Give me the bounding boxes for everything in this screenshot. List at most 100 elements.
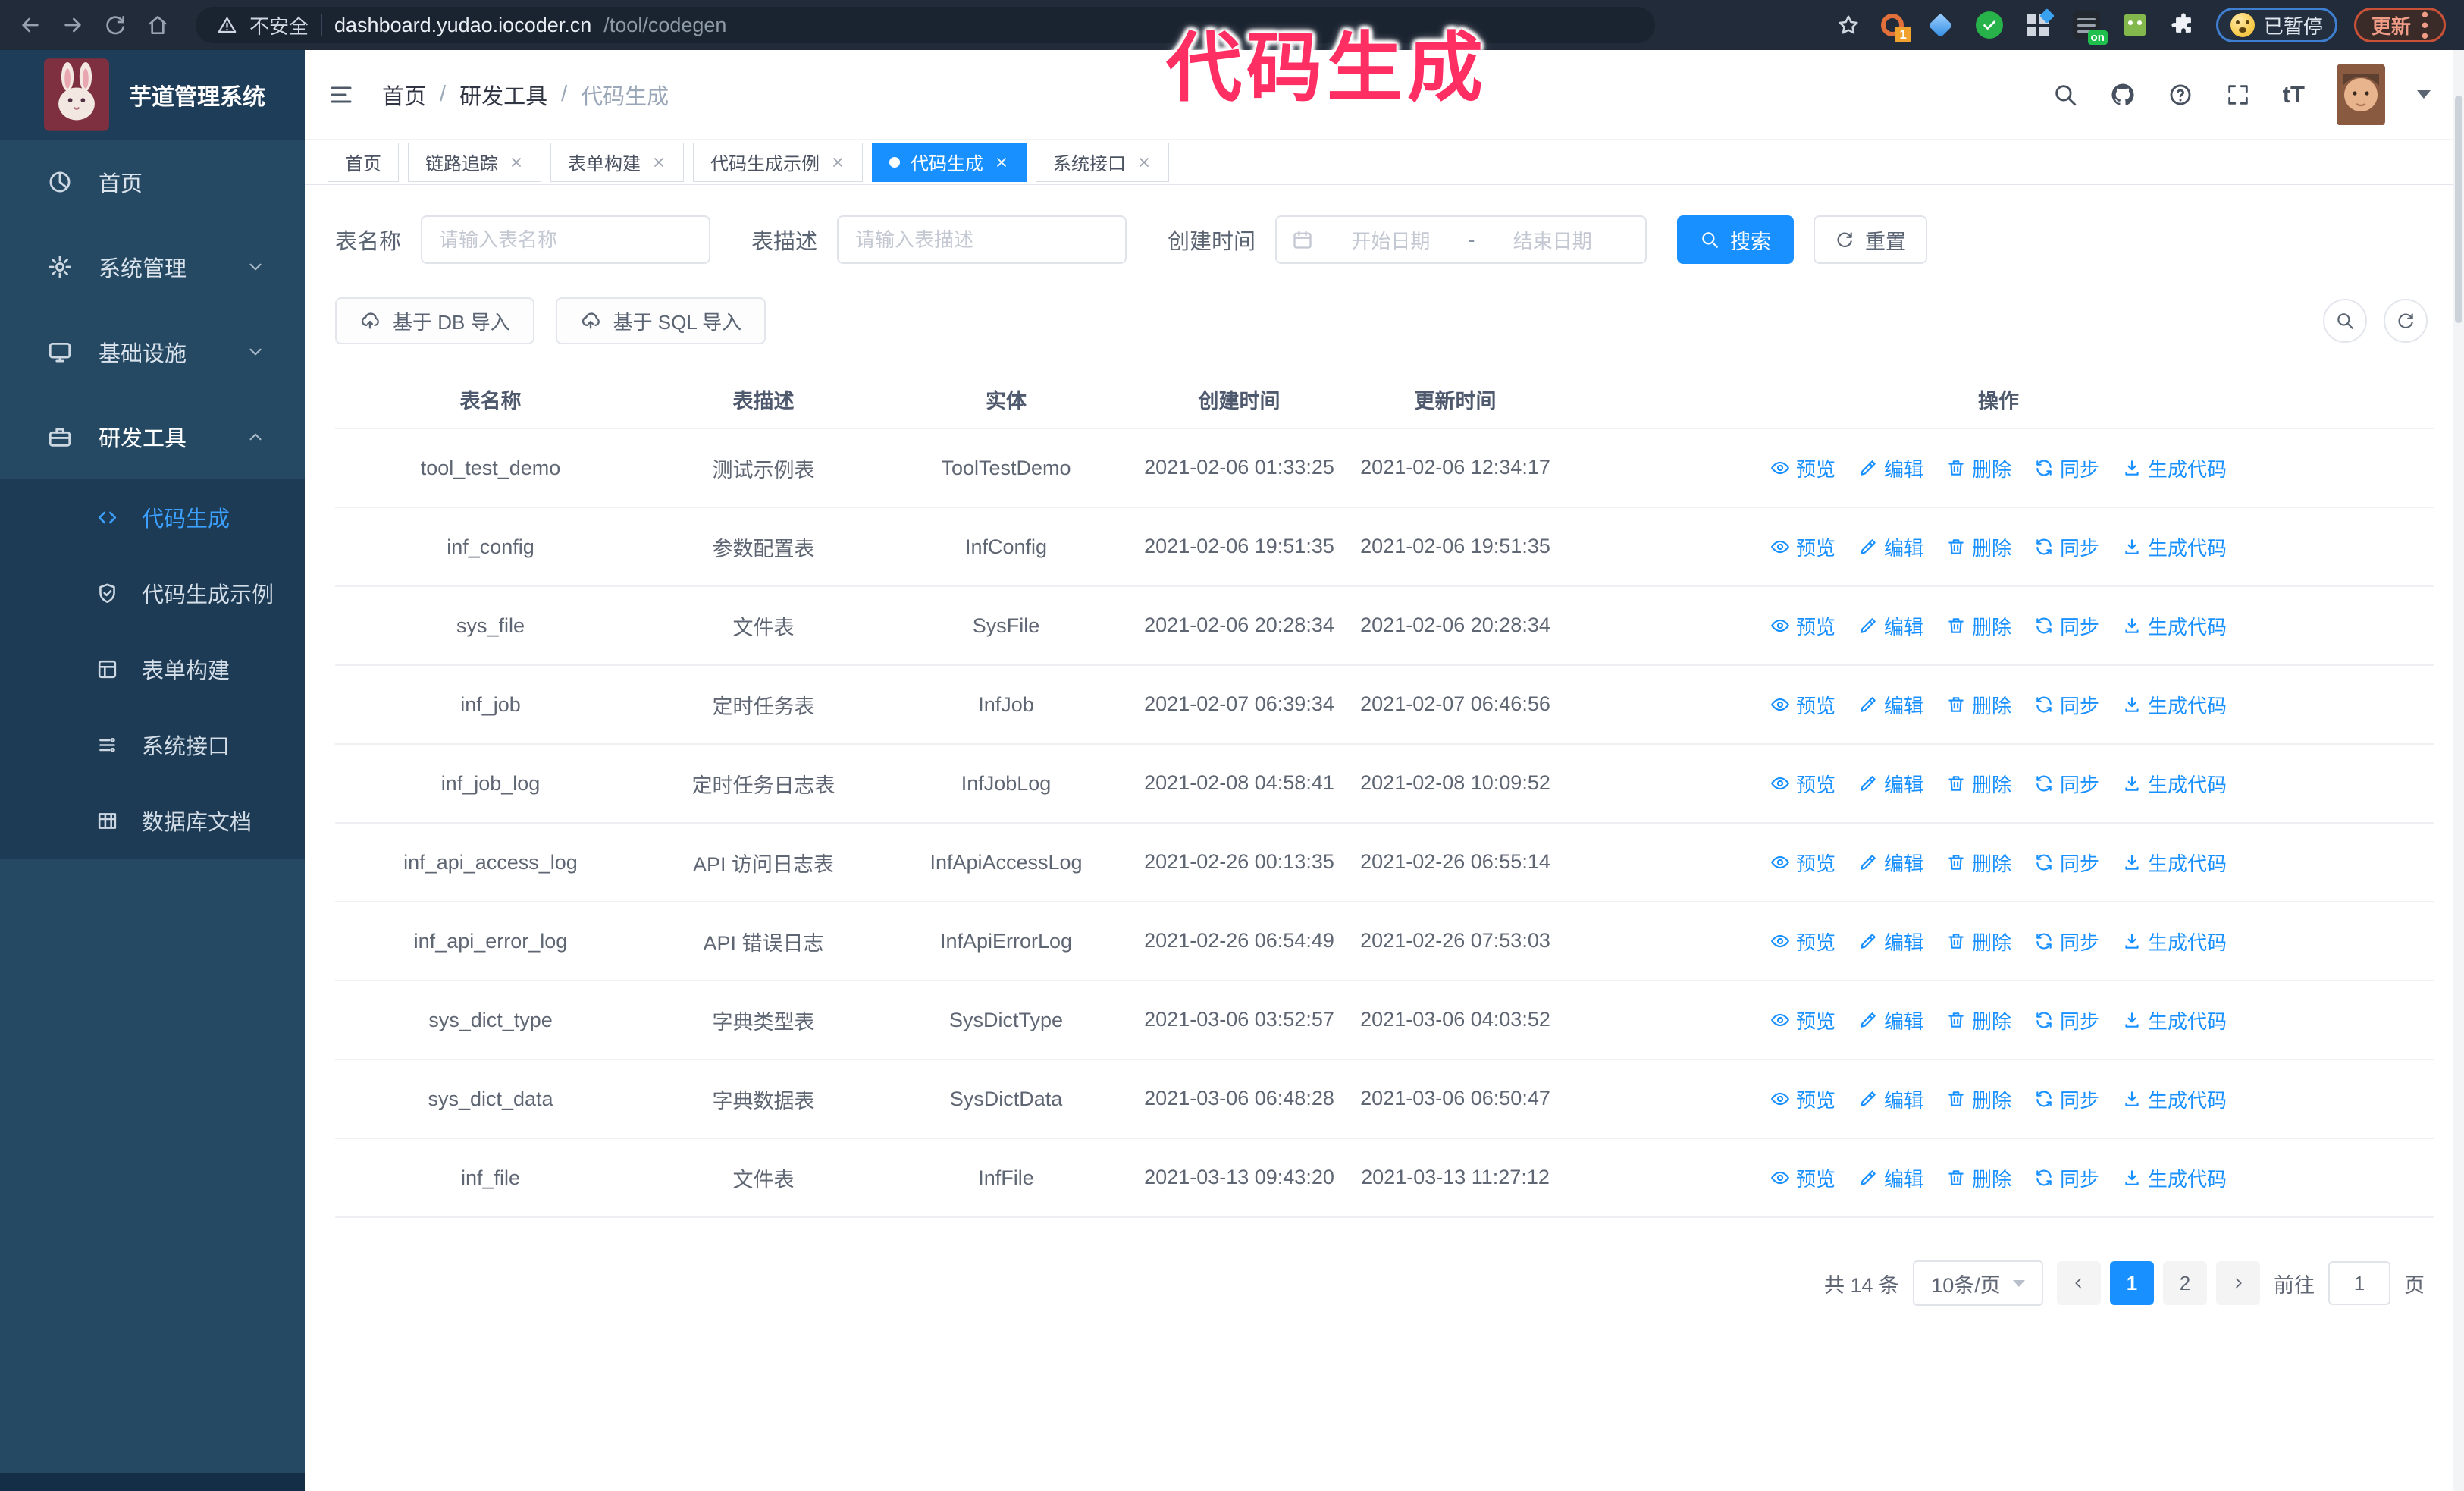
action-edit[interactable]: 编辑	[1858, 1006, 1923, 1034]
menu-toggle-icon[interactable]	[328, 81, 355, 108]
action-sync[interactable]: 同步	[2034, 1164, 2099, 1192]
action-delete[interactable]: 删除	[1946, 1006, 2011, 1034]
action-sync[interactable]: 同步	[2034, 691, 2099, 719]
action-delete[interactable]: 删除	[1946, 1164, 2011, 1192]
action-preview[interactable]: 预览	[1770, 691, 1835, 719]
action-edit[interactable]: 编辑	[1858, 612, 1923, 640]
action-sync[interactable]: 同步	[2034, 928, 2099, 956]
action-generate[interactable]: 生成代码	[2122, 1085, 2227, 1113]
action-preview[interactable]: 预览	[1770, 849, 1835, 877]
prev-page-button[interactable]	[2057, 1261, 2101, 1305]
action-generate[interactable]: 生成代码	[2122, 1006, 2227, 1034]
page-size-select[interactable]: 10条/页	[1913, 1260, 2043, 1306]
date-range-picker[interactable]: 开始日期 - 结束日期	[1275, 215, 1647, 264]
sidebar-item-devtools[interactable]: 研发工具	[0, 394, 305, 479]
action-generate[interactable]: 生成代码	[2122, 1164, 2227, 1192]
profile-paused-badge[interactable]: 已暂停	[2215, 8, 2337, 42]
table-row[interactable]: sys_dict_type 字典类型表 SysDictType 2021-03-06 …	[335, 981, 2434, 1060]
table-row[interactable]: inf_api_access_log API 访问日志表 InfApiAccessL…	[335, 824, 2434, 902]
action-sync[interactable]: 同步	[2034, 533, 2099, 561]
extension-gem-icon[interactable]	[1925, 9, 1957, 41]
next-page-button[interactable]	[2216, 1261, 2260, 1305]
sidebar-item-system[interactable]: 系统管理	[0, 224, 305, 309]
action-generate[interactable]: 生成代码	[2122, 612, 2227, 640]
table-row[interactable]: inf_file 文件表 InfFile 2021-03-13 09:43:20 202…	[335, 1139, 2434, 1218]
action-generate[interactable]: 生成代码	[2122, 533, 2227, 561]
action-delete[interactable]: 删除	[1946, 454, 2011, 482]
extensions-puzzle-icon[interactable]	[2168, 9, 2199, 41]
end-date-placeholder[interactable]: 结束日期	[1475, 226, 1630, 254]
tab-系统接口[interactable]: 系统接口	[1036, 142, 1169, 182]
avatar[interactable]	[2337, 64, 2385, 126]
action-preview[interactable]: 预览	[1770, 454, 1835, 482]
action-sync[interactable]: 同步	[2034, 770, 2099, 798]
page-button-1[interactable]: 1	[2110, 1261, 2154, 1305]
action-sync[interactable]: 同步	[2034, 454, 2099, 482]
action-delete[interactable]: 删除	[1946, 770, 2011, 798]
sidebar-collapse-bar[interactable]	[0, 1473, 305, 1491]
action-sync[interactable]: 同步	[2034, 1006, 2099, 1034]
table-row[interactable]: sys_dict_data 字典数据表 SysDictData 2021-03-06 …	[335, 1060, 2434, 1139]
sidebar-subitem-codegen-example[interactable]: 代码生成示例	[0, 555, 305, 631]
action-edit[interactable]: 编辑	[1858, 1164, 1923, 1192]
action-edit[interactable]: 编辑	[1858, 849, 1923, 877]
tab-链路追踪[interactable]: 链路追踪	[408, 142, 541, 182]
reload-icon[interactable]	[103, 13, 127, 37]
action-preview[interactable]: 预览	[1770, 770, 1835, 798]
action-edit[interactable]: 编辑	[1858, 454, 1923, 482]
action-delete[interactable]: 删除	[1946, 1085, 2011, 1113]
search-icon[interactable]	[2052, 82, 2078, 108]
scrollbar[interactable]	[2453, 50, 2464, 1491]
home-icon[interactable]	[146, 13, 170, 37]
forward-icon[interactable]	[61, 13, 85, 37]
action-generate[interactable]: 生成代码	[2122, 928, 2227, 956]
fullscreen-icon[interactable]	[2225, 82, 2251, 108]
table-desc-input[interactable]	[837, 215, 1127, 264]
breadcrumb-item[interactable]: 首页	[382, 79, 426, 111]
table-row[interactable]: inf_config 参数配置表 InfConfig 2021-02-06 19:51…	[335, 508, 2434, 587]
tab-代码生成示例[interactable]: 代码生成示例	[693, 142, 863, 182]
action-edit[interactable]: 编辑	[1858, 770, 1923, 798]
action-edit[interactable]: 编辑	[1858, 691, 1923, 719]
start-date-placeholder[interactable]: 开始日期	[1313, 226, 1469, 254]
action-sync[interactable]: 同步	[2034, 612, 2099, 640]
sidebar-item-infra[interactable]: 基础设施	[0, 309, 305, 394]
action-generate[interactable]: 生成代码	[2122, 691, 2227, 719]
extension-grid-icon[interactable]	[2022, 9, 2054, 41]
refresh-table-button[interactable]	[2384, 299, 2428, 343]
table-row[interactable]: inf_api_error_log API 错误日志 InfApiErrorLog 2…	[335, 902, 2434, 981]
import-db-button[interactable]: 基于 DB 导入	[335, 297, 534, 344]
action-preview[interactable]: 预览	[1770, 1164, 1835, 1192]
sidebar-subitem-api[interactable]: 系统接口	[0, 707, 305, 783]
sidebar-subitem-codegen[interactable]: 代码生成	[0, 479, 305, 555]
action-preview[interactable]: 预览	[1770, 612, 1835, 640]
sidebar-item-home[interactable]: 首页	[0, 140, 305, 224]
action-edit[interactable]: 编辑	[1858, 1085, 1923, 1113]
app-logo[interactable]: 芋道管理系统	[0, 50, 305, 140]
sidebar-subitem-db-doc[interactable]: 数据库文档	[0, 783, 305, 859]
action-preview[interactable]: 预览	[1770, 533, 1835, 561]
action-edit[interactable]: 编辑	[1858, 928, 1923, 956]
table-row[interactable]: sys_file 文件表 SysFile 2021-02-06 20:28:34 202…	[335, 587, 2434, 666]
action-sync[interactable]: 同步	[2034, 1085, 2099, 1113]
action-generate[interactable]: 生成代码	[2122, 770, 2227, 798]
table-row[interactable]: inf_job 定时任务表 InfJob 2021-02-07 06:39:34 202…	[335, 666, 2434, 745]
sidebar-subitem-form-builder[interactable]: 表单构建	[0, 631, 305, 707]
action-preview[interactable]: 预览	[1770, 1006, 1835, 1034]
action-preview[interactable]: 预览	[1770, 928, 1835, 956]
font-size-icon[interactable]: tT	[2283, 81, 2305, 108]
action-delete[interactable]: 删除	[1946, 928, 2011, 956]
extension-tampermonkey-icon[interactable]: on	[2071, 9, 2108, 45]
goto-page-input[interactable]	[2328, 1261, 2390, 1305]
action-preview[interactable]: 预览	[1770, 1085, 1835, 1113]
update-button[interactable]: 更新 • • •	[2353, 5, 2446, 46]
extension-blocker-icon[interactable]: 1	[1876, 9, 1911, 42]
table-row[interactable]: inf_job_log 定时任务日志表 InfJobLog 2021-02-08 04…	[335, 745, 2434, 824]
page-button-2[interactable]: 2	[2163, 1261, 2207, 1305]
extension-robot-icon[interactable]	[2119, 9, 2151, 41]
help-icon[interactable]	[2168, 82, 2193, 108]
action-delete[interactable]: 删除	[1946, 691, 2011, 719]
bookmark-star-icon[interactable]	[1837, 14, 1860, 36]
action-sync[interactable]: 同步	[2034, 849, 2099, 877]
back-icon[interactable]	[18, 13, 42, 37]
